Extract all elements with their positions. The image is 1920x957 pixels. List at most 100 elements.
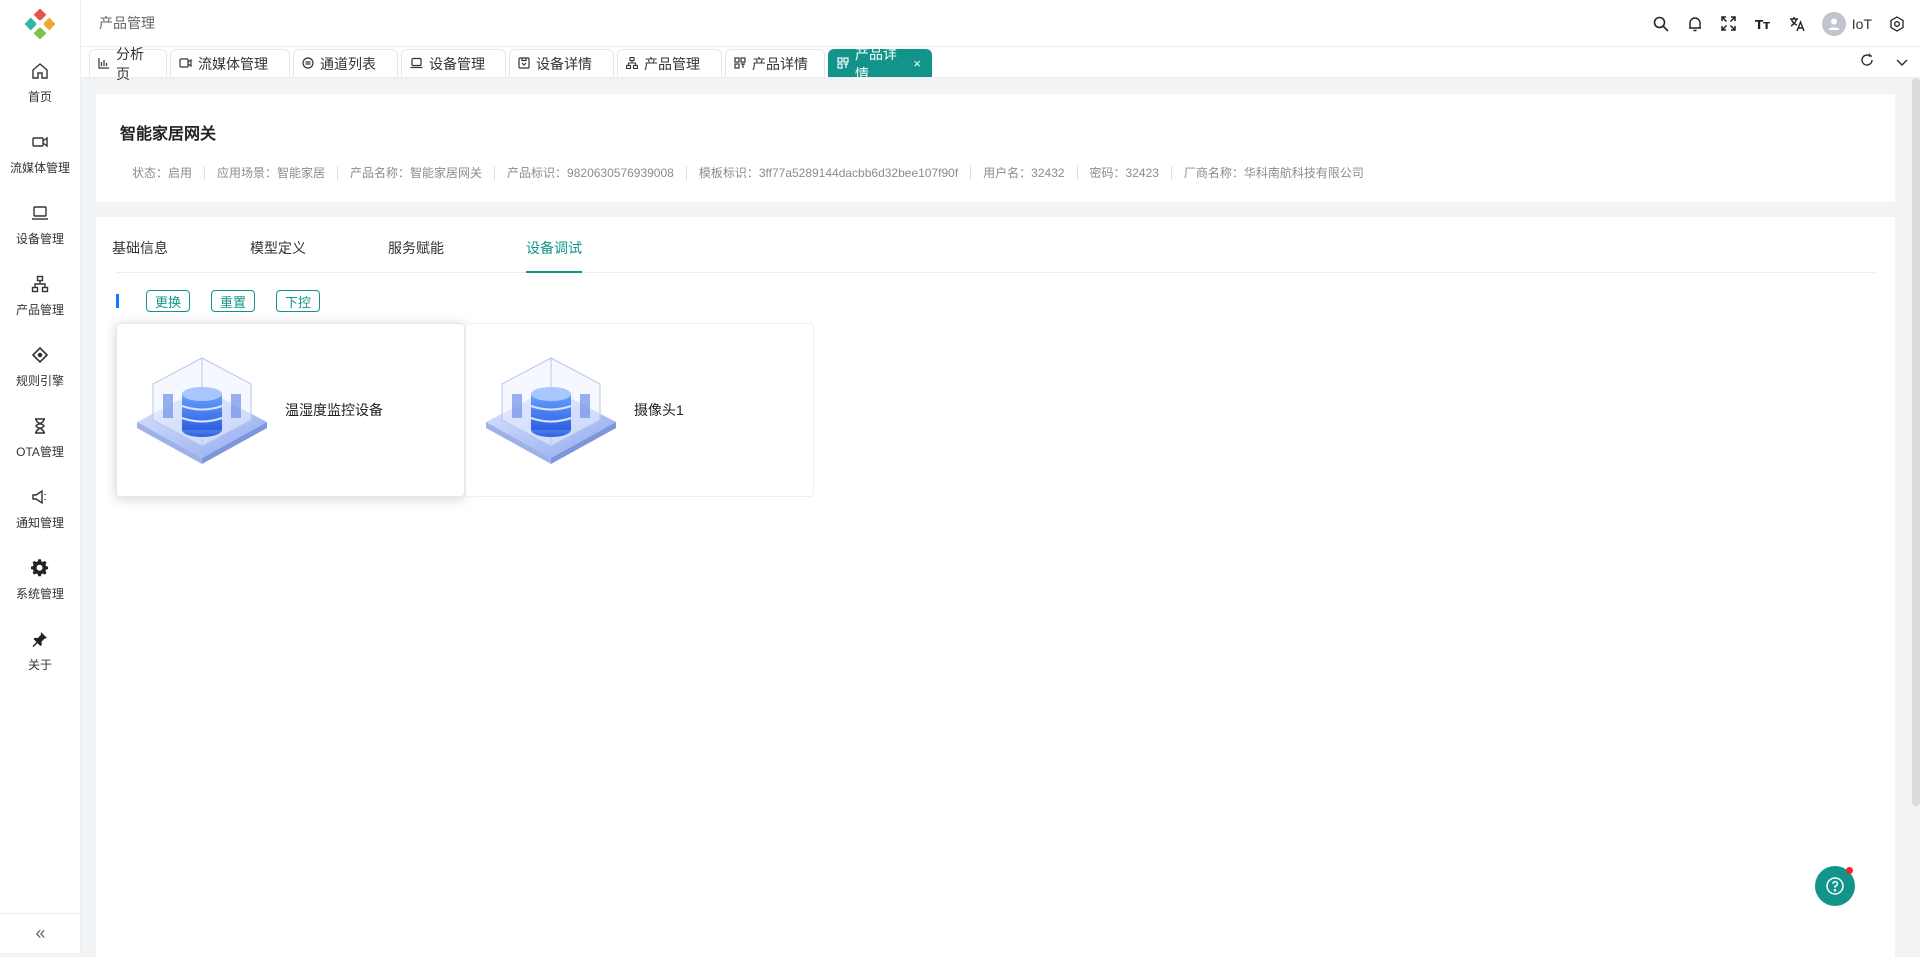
device-list: 温湿度监控设备 摄像头1 bbox=[116, 323, 1875, 497]
device-card[interactable]: 温湿度监控设备 bbox=[116, 323, 465, 497]
question-icon bbox=[1826, 877, 1844, 895]
username: IoT bbox=[1851, 15, 1872, 32]
tab-product-management[interactable]: 产品管理 bbox=[617, 49, 722, 77]
tab-label: 产品管理 bbox=[644, 55, 700, 72]
tab-device-detail[interactable]: 设备详情 bbox=[509, 49, 614, 77]
meta-status: 状态：启用 bbox=[132, 166, 193, 180]
device-illustration bbox=[486, 357, 616, 464]
hierarchy-icon bbox=[29, 273, 51, 295]
meta-scenario: 应用场景：智能家居 bbox=[204, 166, 337, 180]
tab-streaming[interactable]: 流媒体管理 bbox=[170, 49, 290, 77]
sidebar-item-devices[interactable]: 设备管理 bbox=[0, 189, 80, 260]
home-icon bbox=[29, 60, 51, 82]
detail-tabs: 基础信息 模型定义 服务赋能 设备调试 bbox=[112, 217, 1875, 273]
device-name: 摄像头1 bbox=[634, 402, 684, 418]
megaphone-icon bbox=[29, 486, 51, 508]
sidebar-item-label: 规则引擎 bbox=[15, 374, 64, 388]
sidebar-item-label: OTA管理 bbox=[16, 445, 64, 459]
sidebar-item-rules[interactable]: 规则引擎 bbox=[0, 331, 80, 402]
close-icon[interactable]: × bbox=[913, 56, 921, 71]
tab-label: 流媒体管理 bbox=[198, 55, 268, 72]
tab-label: 设备详情 bbox=[536, 55, 592, 72]
tabs-tools bbox=[1860, 47, 1908, 78]
sidebar-item-home[interactable]: 首页 bbox=[0, 47, 80, 118]
video-icon bbox=[29, 131, 51, 153]
sidebar-nav: 首页 流媒体管理 设备管理 产品管理 规则引擎 OTA管理 通知管理 系统管理 … bbox=[0, 47, 80, 686]
page-title: 智能家居网关 bbox=[120, 126, 217, 143]
double-chevron-left-icon: « bbox=[35, 923, 46, 943]
sidebar-item-streaming[interactable]: 流媒体管理 bbox=[0, 118, 80, 189]
tab-model-definition[interactable]: 模型定义 bbox=[250, 238, 306, 272]
sidebar-item-label: 系统管理 bbox=[15, 587, 64, 601]
sidebar-item-products[interactable]: 产品管理 bbox=[0, 260, 80, 331]
tab-device-management[interactable]: 设备管理 bbox=[401, 49, 506, 77]
app-logo[interactable] bbox=[0, 0, 80, 47]
header-tools: Tт IoT bbox=[1652, 0, 1906, 47]
pin-icon bbox=[29, 628, 51, 650]
tab-product-detail-active[interactable]: 产品详情 × bbox=[828, 46, 932, 82]
tab-label: 设备管理 bbox=[429, 55, 485, 72]
laptop-icon bbox=[410, 56, 423, 72]
hierarchy-icon bbox=[625, 56, 639, 72]
tab-service-enablement[interactable]: 服务赋能 bbox=[388, 238, 444, 272]
product-detail-card: 基础信息 模型定义 服务赋能 设备调试 更换 重置 下控 温湿度监控设备 摄像头… bbox=[96, 217, 1895, 957]
chevron-down-icon[interactable] bbox=[1896, 54, 1908, 72]
sidebar-item-notifications[interactable]: 通知管理 bbox=[0, 473, 80, 544]
search-icon[interactable] bbox=[1652, 15, 1670, 33]
sidebar-item-label: 首页 bbox=[27, 90, 52, 104]
product-info-card: 智能家居网关 状态：启用 应用场景：智能家居 产品名称：智能家居网关 产品标识：… bbox=[96, 94, 1895, 202]
bell-icon[interactable] bbox=[1686, 15, 1704, 33]
refresh-icon[interactable] bbox=[1860, 53, 1874, 72]
hourglass-icon bbox=[29, 415, 51, 437]
sidebar-item-system[interactable]: 系统管理 bbox=[0, 544, 80, 615]
sidebar-item-label: 关于 bbox=[27, 658, 52, 672]
tab-label: 分析页 bbox=[116, 45, 144, 82]
breadcrumb: 产品管理 bbox=[99, 15, 155, 31]
sidebar: 首页 流媒体管理 设备管理 产品管理 规则引擎 OTA管理 通知管理 系统管理 … bbox=[0, 0, 81, 953]
action-bar: 更换 重置 下控 bbox=[116, 289, 1875, 313]
grid-icon bbox=[837, 56, 849, 72]
video-icon bbox=[179, 56, 192, 72]
page-tabs-bar: 分析页 流媒体管理 通道列表 设备管理 设备详情 产品管理 产品详情 产品详情 … bbox=[81, 46, 1920, 82]
notification-dot bbox=[1846, 867, 1853, 874]
sidebar-item-label: 产品管理 bbox=[15, 303, 64, 317]
sidebar-collapse-button[interactable]: « bbox=[0, 913, 81, 953]
sidebar-item-label: 流媒体管理 bbox=[9, 161, 70, 175]
control-button[interactable]: 下控 bbox=[276, 290, 321, 312]
tab-channel-list[interactable]: 通道列表 bbox=[293, 49, 398, 77]
tab-label: 产品详情 bbox=[752, 55, 808, 72]
meta-password: 密码：32423 bbox=[1076, 166, 1171, 180]
sidebar-item-ota[interactable]: OTA管理 bbox=[0, 402, 80, 473]
sidebar-item-about[interactable]: 关于 bbox=[0, 615, 80, 686]
sidebar-item-label: 通知管理 bbox=[15, 516, 64, 530]
replace-button[interactable]: 更换 bbox=[146, 290, 191, 312]
tab-device-debug[interactable]: 设备调试 bbox=[526, 238, 582, 273]
settings-icon[interactable] bbox=[1888, 15, 1906, 33]
section-accent-bar bbox=[116, 294, 119, 308]
meta-product-id: 产品标识：9820630576939008 bbox=[494, 166, 686, 180]
sidebar-item-label: 设备管理 bbox=[15, 232, 64, 246]
tab-label: 产品详情 bbox=[855, 45, 897, 82]
main-content: 智能家居网关 状态：启用 应用场景：智能家居 产品名称：智能家居网关 产品标识：… bbox=[96, 94, 1895, 957]
tab-product-detail[interactable]: 产品详情 bbox=[725, 49, 825, 77]
meta-template-id: 模板标识：3ff77a5289144dacbb6d32bee107f90f bbox=[685, 166, 970, 180]
tab-basic-info[interactable]: 基础信息 bbox=[112, 238, 168, 272]
translate-icon[interactable] bbox=[1788, 15, 1806, 33]
avatar bbox=[1821, 11, 1846, 36]
svg-text:Tт: Tт bbox=[1755, 18, 1770, 31]
fullscreen-icon[interactable] bbox=[1720, 15, 1738, 33]
channel-icon bbox=[302, 56, 314, 72]
product-meta: 状态：启用 应用场景：智能家居 产品名称：智能家居网关 产品标识：9820630… bbox=[120, 166, 1871, 180]
meta-product-name: 产品名称：智能家居网关 bbox=[337, 166, 494, 180]
help-button[interactable] bbox=[1815, 866, 1855, 906]
gear-icon bbox=[29, 557, 51, 579]
reset-button[interactable]: 重置 bbox=[211, 290, 256, 312]
page-scrollbar[interactable] bbox=[1912, 78, 1920, 806]
device-card[interactable]: 摄像头1 bbox=[465, 323, 814, 497]
font-size-icon[interactable]: Tт bbox=[1754, 15, 1772, 33]
grid-icon bbox=[734, 56, 746, 72]
tab-analysis[interactable]: 分析页 bbox=[89, 46, 167, 82]
bar-chart-icon bbox=[98, 56, 110, 72]
top-header: 产品管理 Tт IoT bbox=[81, 0, 1920, 47]
user-menu[interactable]: IoT bbox=[1821, 11, 1872, 36]
